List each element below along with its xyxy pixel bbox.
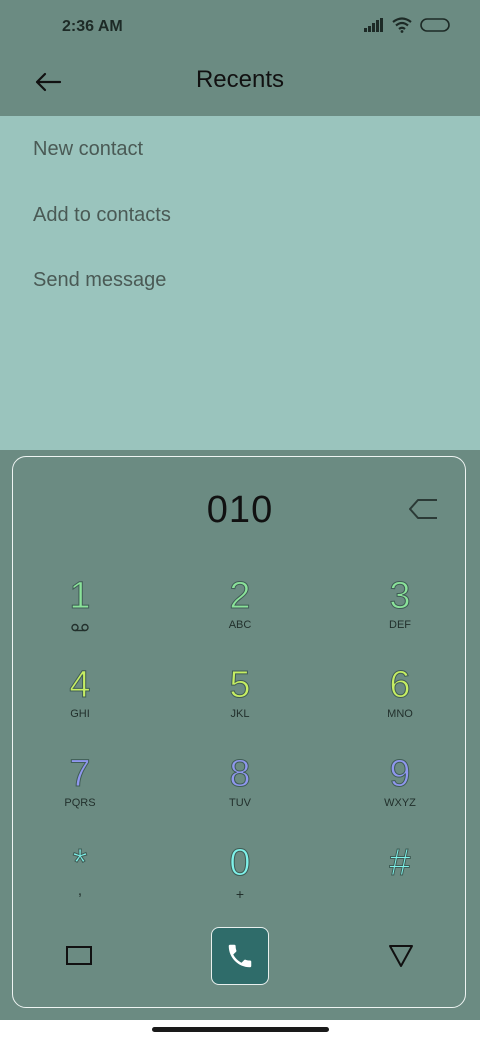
- key-digit: 0: [229, 842, 251, 885]
- key-star[interactable]: * ,: [25, 842, 135, 922]
- key-digit: 6: [389, 664, 411, 707]
- key-7[interactable]: 7 PQRS: [25, 753, 135, 833]
- backspace-icon: [409, 499, 437, 519]
- key-8[interactable]: 8 TUV: [185, 753, 295, 833]
- menu-item-add-to-contacts[interactable]: Add to contacts: [33, 204, 171, 227]
- home-indicator[interactable]: [152, 1027, 329, 1032]
- status-bar: 2:36 AM: [0, 0, 480, 56]
- key-6[interactable]: 6 MNO: [345, 664, 455, 744]
- triangle-down-icon: [389, 945, 413, 967]
- key-letters: DEF: [389, 619, 411, 631]
- key-digit: 9: [389, 753, 411, 796]
- backspace-button[interactable]: [407, 495, 441, 523]
- key-4[interactable]: 4 GHI: [25, 664, 135, 744]
- key-letters: TUV: [229, 797, 251, 809]
- voicemail-icon: [71, 623, 89, 632]
- key-1[interactable]: 1: [25, 575, 135, 655]
- page-title: Recents: [195, 66, 285, 93]
- key-letters: JKL: [230, 708, 250, 720]
- recent-apps-button[interactable]: [63, 943, 95, 969]
- key-3[interactable]: 3 DEF: [345, 575, 455, 655]
- status-time: 2:36 AM: [62, 18, 123, 35]
- key-2[interactable]: 2 ABC: [185, 575, 295, 655]
- key-digit: 1: [69, 575, 91, 618]
- key-digit: 3: [389, 575, 411, 618]
- signal-icon: [364, 18, 383, 32]
- header: Recents: [0, 56, 480, 116]
- dialpad-panel: 010 1 2 ABC 3 DEF 4 GHI 5 JKL 6 MNO 7 PQ…: [12, 456, 466, 1008]
- phone-icon: [228, 944, 252, 968]
- status-icons: [364, 17, 450, 33]
- key-digit: 5: [229, 664, 251, 707]
- key-digit: #: [389, 842, 411, 885]
- key-digit: *: [72, 842, 88, 885]
- key-letters: +: [235, 886, 245, 902]
- key-letters: ABC: [228, 619, 252, 631]
- options-menu: New contact Add to contacts Send message: [0, 116, 480, 450]
- gesture-nav-bar: [0, 1020, 480, 1040]
- key-5[interactable]: 5 JKL: [185, 664, 295, 744]
- call-button[interactable]: [211, 927, 269, 985]
- dialed-number: 010: [206, 489, 274, 531]
- square-icon: [66, 946, 92, 965]
- key-letters: PQRS: [64, 797, 96, 809]
- key-letters: ,: [77, 882, 83, 899]
- menu-item-new-contact[interactable]: New contact: [33, 138, 143, 161]
- battery-icon: [420, 18, 450, 32]
- key-digit: 7: [69, 753, 91, 796]
- menu-item-send-message[interactable]: Send message: [33, 269, 166, 292]
- key-0[interactable]: 0 +: [185, 842, 295, 922]
- key-digit: 4: [69, 664, 91, 707]
- key-digit: 8: [229, 753, 251, 796]
- key-letters: WXYZ: [384, 797, 416, 809]
- wifi-icon: [392, 17, 412, 33]
- key-letters: GHI: [70, 708, 90, 720]
- key-hash[interactable]: #: [345, 842, 455, 922]
- key-letters: MNO: [387, 708, 413, 720]
- key-digit: 2: [229, 575, 251, 618]
- key-9[interactable]: 9 WXYZ: [345, 753, 455, 833]
- collapse-dialpad-button[interactable]: [385, 941, 417, 971]
